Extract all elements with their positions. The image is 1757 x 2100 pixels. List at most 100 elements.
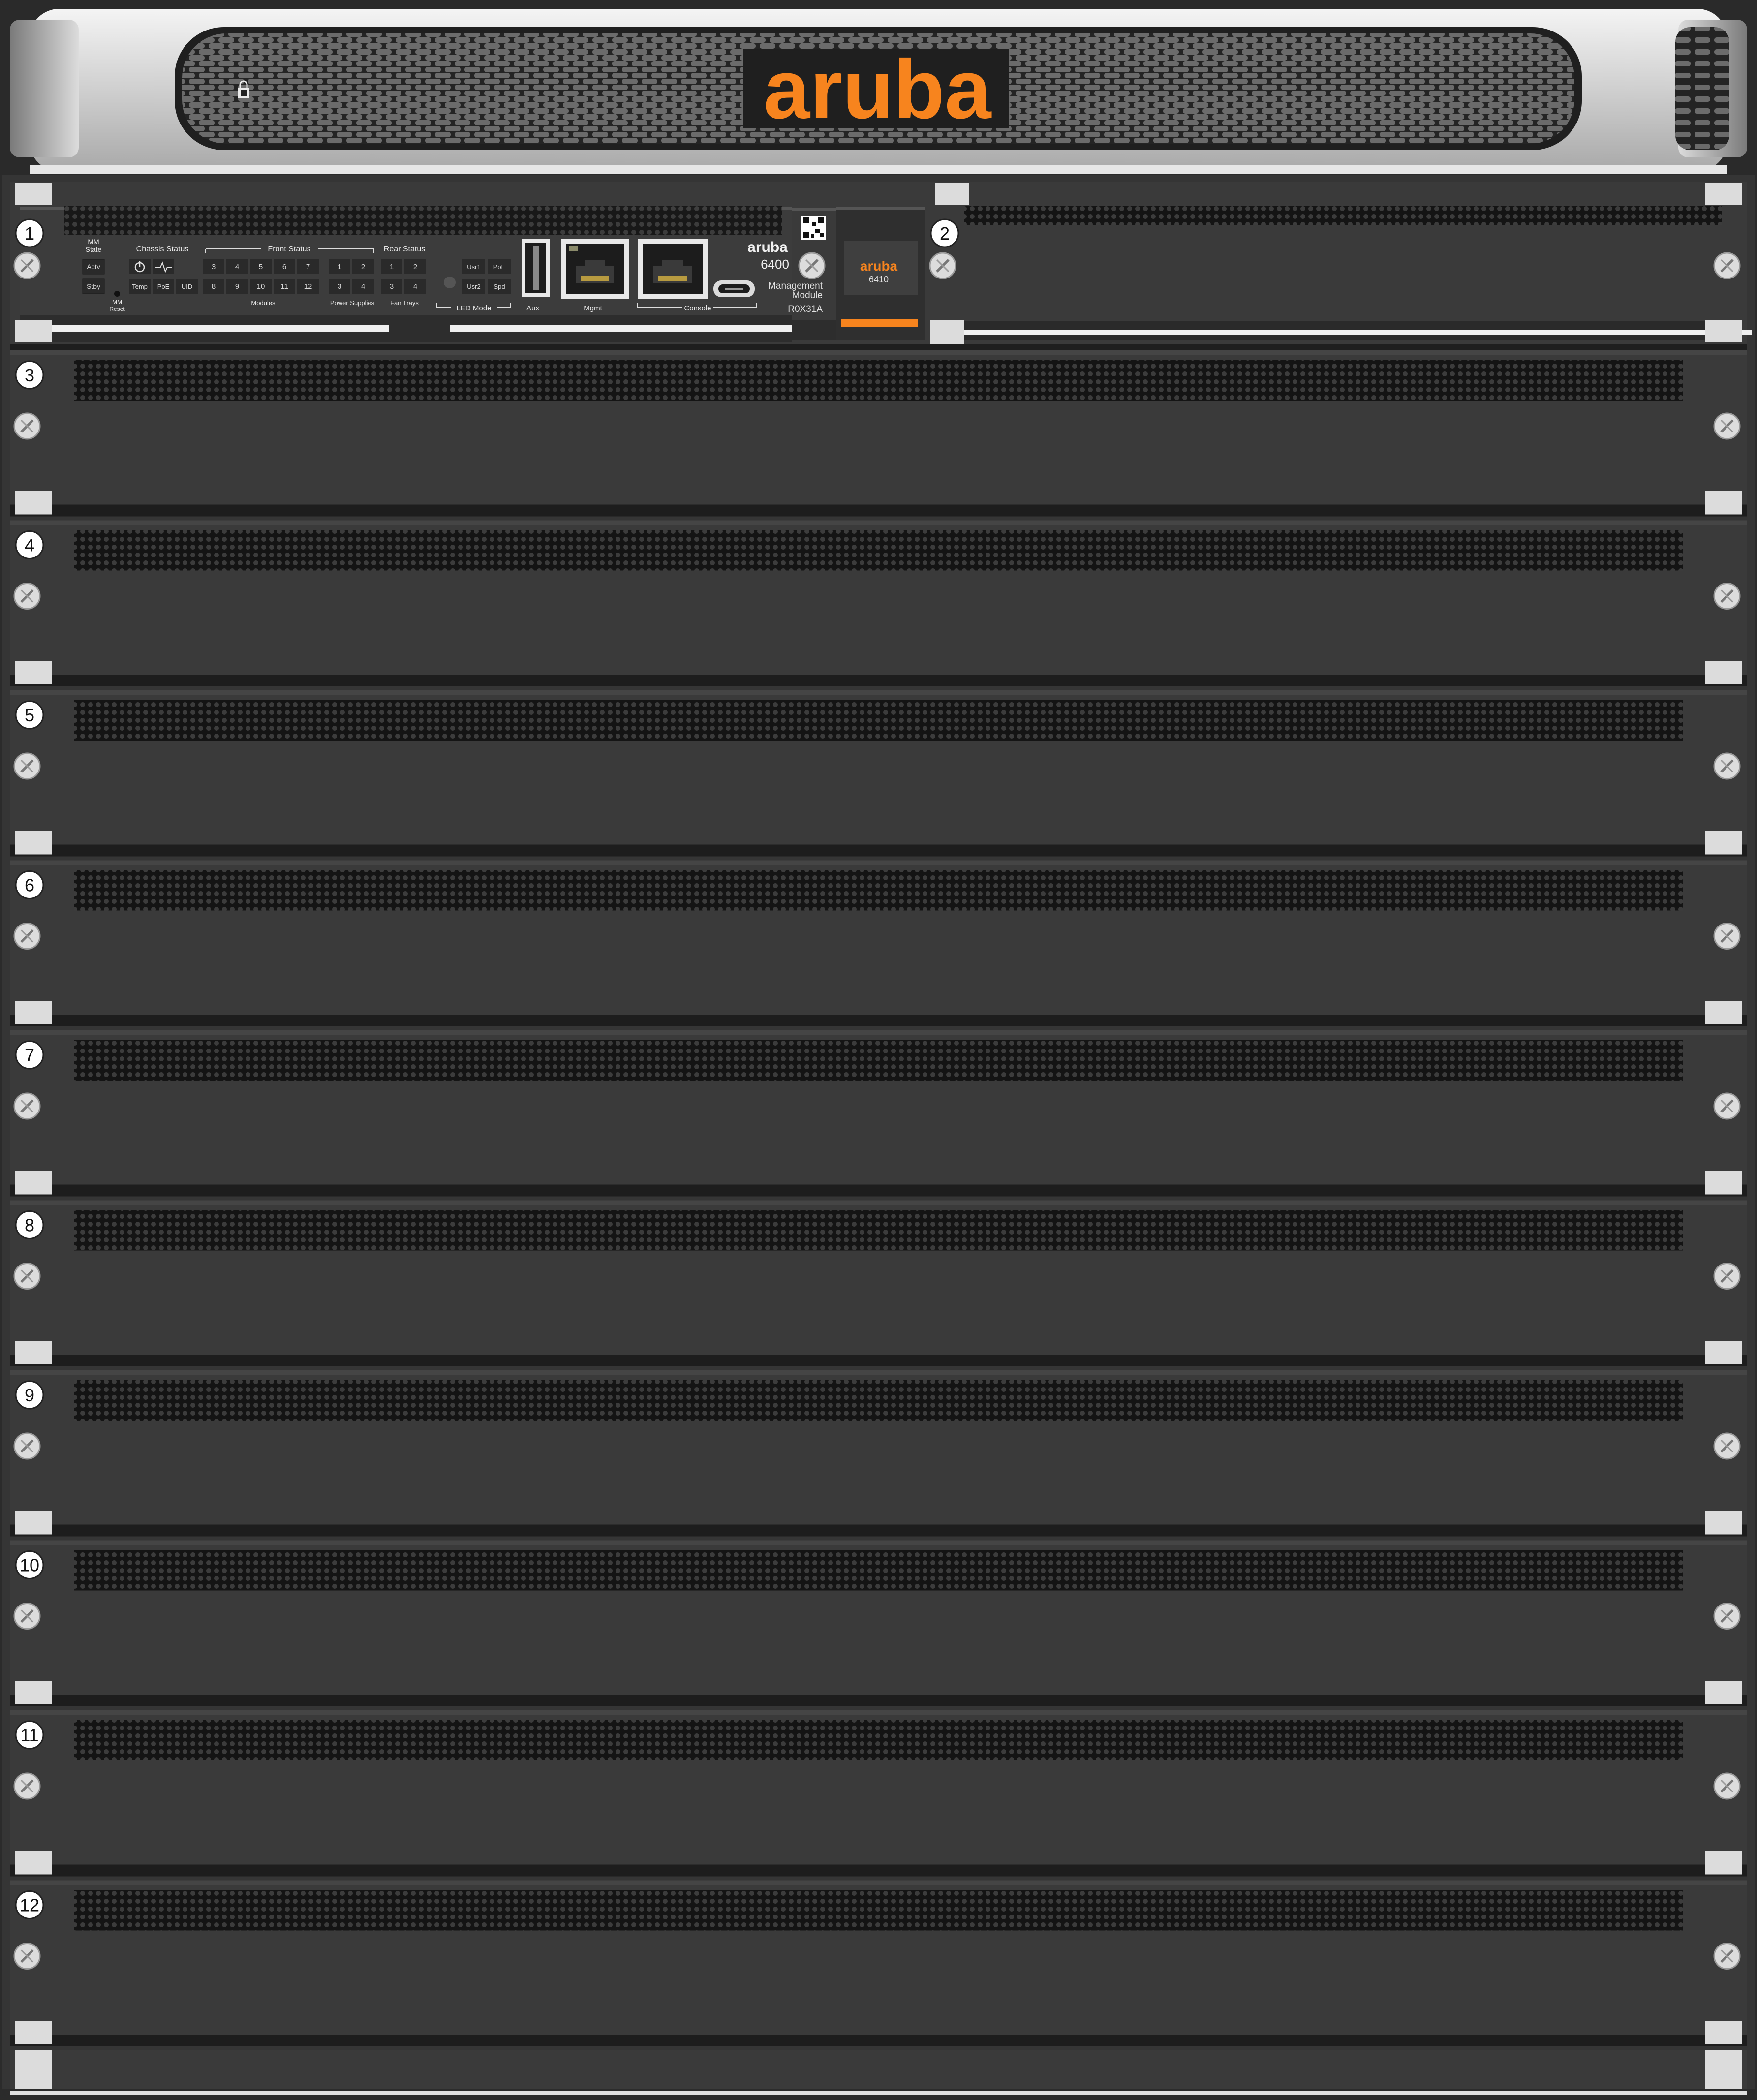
slot-number-badge: 5 [15, 700, 44, 730]
mm-desc-line1: Management [768, 281, 823, 291]
slot-number-label: 9 [25, 1385, 34, 1405]
led-mode-button[interactable] [444, 277, 456, 288]
module-handle-right[interactable] [450, 325, 795, 332]
switch-chassis: aruba MM State Actv Stby MM Reset Chassi… [0, 0, 1757, 2100]
led-spd: Spd [493, 283, 505, 290]
blank-slot-panel [10, 1880, 1747, 2046]
thumbscrew-icon[interactable] [1713, 923, 1741, 950]
mm-reset-label-1: MM [112, 299, 122, 306]
power-supplies-label: Power Supplies [330, 299, 375, 307]
thumbscrew-icon[interactable] [13, 1772, 41, 1800]
led-mode-label: LED Mode [457, 304, 492, 312]
led-uid: UID [182, 283, 192, 290]
chassis-status-label: Chassis Status [136, 245, 189, 253]
slot-number-label: 6 [25, 875, 34, 896]
console-ethernet-port[interactable] [638, 239, 708, 299]
module-led-label: 7 [306, 263, 310, 271]
blank-slot-panel [10, 860, 1747, 1026]
thumbscrew-icon[interactable] [1713, 1772, 1741, 1800]
slot-number-badge: 11 [15, 1720, 44, 1750]
thumbscrew-icon[interactable] [1713, 583, 1741, 610]
thumbscrew-icon[interactable] [13, 1092, 41, 1120]
thumbscrew-icon[interactable] [13, 412, 41, 440]
led-usr1: Usr1 [467, 263, 480, 271]
module-led-label: 12 [304, 282, 312, 291]
module-handle-left[interactable] [47, 325, 389, 332]
thumbscrew-icon[interactable] [1713, 752, 1741, 780]
thumbscrew-icon[interactable] [1713, 412, 1741, 440]
slot2-status-bar [841, 319, 918, 327]
slot2-blank-panel [964, 207, 1722, 340]
slot-number-label: 11 [20, 1725, 38, 1745]
slot2-line-card[interactable]: aruba 6410 [836, 207, 925, 340]
led-mode-poe: PoE [493, 263, 506, 271]
thumbscrew-icon[interactable] [1713, 1603, 1741, 1630]
slot-number-badge: 8 [15, 1210, 44, 1239]
slot2-brand-logo: aruba [860, 258, 898, 274]
power-supply-led-label: 4 [361, 282, 365, 291]
fan-tray-led-label: 3 [390, 282, 394, 291]
blank-slot-panel [10, 1710, 1747, 1877]
thumbscrew-icon[interactable] [798, 252, 826, 279]
slot-row-1-2: MM State Actv Stby MM Reset Chassis Stat… [10, 182, 1752, 350]
led-temp: Temp [132, 283, 148, 290]
thumbscrew-icon[interactable] [13, 1943, 41, 1970]
power-supply-led-label: 3 [338, 282, 341, 291]
thumbscrew-icon[interactable] [13, 252, 41, 279]
mm-reset-button[interactable] [114, 291, 120, 297]
mgmt-ethernet-port[interactable] [561, 239, 629, 299]
fan-trays-label: Fan Trays [390, 299, 419, 307]
thumbscrew-icon[interactable] [13, 1263, 41, 1290]
thumbscrew-icon[interactable] [1713, 1092, 1741, 1120]
thumbscrew-icon[interactable] [1713, 252, 1741, 279]
front-bezel: aruba [0, 0, 1757, 175]
aux-usb-port[interactable] [522, 239, 550, 297]
module-led-label: 10 [257, 282, 265, 291]
fan-tray-led-label: 4 [413, 282, 417, 291]
slot-number-badge: 10 [15, 1550, 44, 1579]
thumbscrew-icon[interactable] [1713, 1943, 1741, 1970]
mm-part-number: R0X31A [788, 304, 823, 314]
led-actv: Actv [87, 263, 100, 271]
blank-slot-panel [10, 1540, 1747, 1706]
mgmt-label: Mgmt [584, 304, 602, 312]
aux-label: Aux [526, 304, 539, 312]
thumbscrew-icon[interactable] [13, 923, 41, 950]
console-usb-c-port[interactable] [713, 280, 755, 297]
thumbscrew-icon[interactable] [929, 252, 956, 279]
module-led-label: 8 [212, 282, 216, 291]
module-led-label: 5 [259, 263, 263, 271]
mm-brand-logo: aruba [747, 239, 788, 255]
thumbscrew-icon[interactable] [13, 1603, 41, 1630]
mm-reset-label-2: Reset [109, 306, 125, 312]
module-led-label: 9 [235, 282, 239, 291]
blank-slot-panel [10, 1200, 1747, 1366]
blank-slot-panel [10, 1370, 1747, 1537]
slot-number-label: 2 [940, 223, 950, 244]
mm-series: 6400 [761, 257, 789, 272]
thumbscrew-icon[interactable] [13, 1432, 41, 1460]
modules-label: Modules [251, 299, 276, 307]
thumbscrew-icon[interactable] [1713, 1432, 1741, 1460]
thumbscrew-icon[interactable] [13, 752, 41, 780]
led-poe: PoE [157, 283, 170, 290]
bezel-brand-logo: aruba [764, 43, 992, 136]
slot-number-badge: 2 [930, 218, 959, 248]
slot-number-badge: 12 [15, 1890, 44, 1919]
module-led-label: 11 [280, 282, 288, 291]
fan-tray-led-label: 1 [390, 263, 394, 271]
slot-number-label: 3 [25, 365, 34, 385]
console-label: Console [684, 304, 711, 312]
fan-tray-led-label: 2 [413, 263, 417, 271]
thumbscrew-icon[interactable] [13, 583, 41, 610]
management-module[interactable]: MM State Actv Stby MM Reset Chassis Stat… [20, 206, 823, 342]
thumbscrew-icon[interactable] [1713, 1263, 1741, 1290]
slot2-model: 6410 [869, 275, 889, 284]
blank-slot-panel [10, 350, 1747, 517]
power-supply-led-label: 2 [361, 263, 365, 271]
slot-number-label: 10 [20, 1555, 39, 1575]
slot-number-badge: 4 [15, 530, 44, 559]
slot-number-label: 5 [25, 705, 34, 725]
rear-status-label: Rear Status [384, 245, 425, 253]
qr-code [801, 216, 826, 240]
